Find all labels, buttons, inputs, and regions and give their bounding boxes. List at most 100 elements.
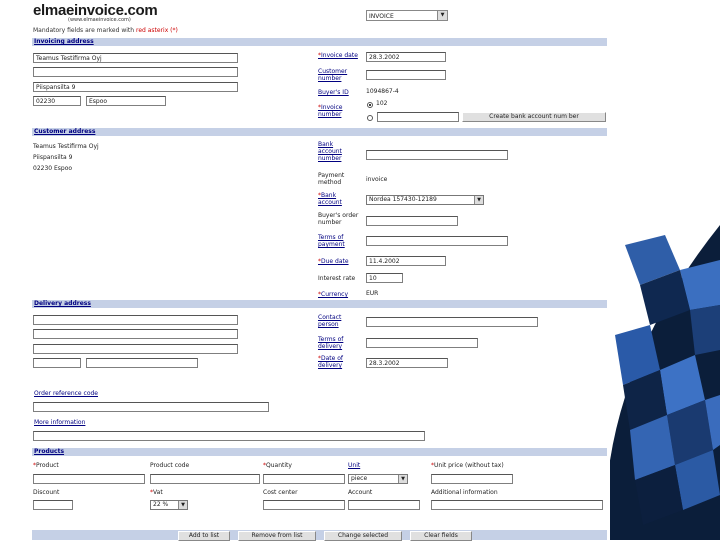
delivery-name-input[interactable] — [33, 315, 238, 325]
customer-address-line3: 02230 Espoo — [33, 165, 73, 172]
payment-method-label: Payment method — [318, 172, 345, 186]
section-title-products: Products — [34, 448, 65, 455]
delivery-name2-input[interactable] — [33, 329, 238, 339]
section-band-invoicing-address: Invoicing address — [32, 38, 607, 46]
quantity-input[interactable] — [263, 474, 345, 484]
currency-label-text: Currency — [321, 291, 349, 298]
cost-center-input[interactable] — [263, 500, 345, 510]
interest-rate-label: Interest rate — [318, 275, 356, 282]
account-input[interactable] — [348, 500, 420, 510]
payment-method-value: invoice — [366, 176, 388, 183]
buyers-id-label: Buyer's ID — [318, 89, 349, 96]
delivery-postal-input[interactable] — [33, 358, 81, 368]
unit-price-label: *Unit price (without tax) — [431, 462, 504, 469]
site-logo-subtitle: (www.elmaeinvoice.com) — [68, 17, 131, 23]
buyers-id-value: 1094867-4 — [366, 88, 399, 95]
delivery-street-input[interactable] — [33, 344, 238, 354]
chevron-down-icon: ▼ — [437, 11, 447, 20]
contact-person-label: Contact person — [318, 314, 342, 328]
interest-rate-input[interactable]: 10 — [366, 273, 403, 283]
chevron-down-icon: ▼ — [398, 475, 407, 483]
invoice-number-auto-value: 102 — [376, 100, 388, 107]
account-label: Account — [348, 489, 373, 496]
buyers-order-number-input[interactable] — [366, 216, 458, 226]
order-reference-code-label: Order reference code — [34, 390, 98, 397]
due-date-input[interactable]: 11.4.2002 — [366, 256, 446, 266]
terms-of-payment-label: Terms of payment — [318, 234, 345, 248]
quantity-label-text: Quantity — [266, 462, 292, 469]
more-information-input[interactable] — [33, 431, 425, 441]
action-bar — [32, 530, 607, 540]
invoice-number-label: *Invoice number — [318, 104, 343, 118]
unit-price-label-text: Unit price (without tax) — [434, 462, 504, 469]
section-band-delivery-address: Delivery address — [32, 300, 607, 308]
contact-person-input[interactable] — [366, 317, 538, 327]
create-bank-account-number-button[interactable]: Create bank account num ber — [462, 112, 606, 122]
delivery-city-input[interactable] — [86, 358, 198, 368]
vat-select[interactable]: 22 % ▼ — [150, 500, 188, 510]
terms-of-delivery-input[interactable] — [366, 338, 478, 348]
document-type-select[interactable]: INVOICE ▼ — [366, 10, 448, 21]
bank-account-select-label: *Bank account — [318, 192, 342, 206]
currency-value: EUR — [366, 290, 379, 297]
product-label-text: Product — [36, 462, 59, 469]
date-of-delivery-label-text: Date of delivery — [318, 355, 344, 369]
mandatory-note-red: red asterix (*) — [135, 27, 178, 34]
invoicing-street-input[interactable]: Piispansilta 9 — [33, 82, 238, 92]
currency-label: *Currency — [318, 291, 349, 298]
vat-select-value: 22 % — [153, 501, 169, 508]
terms-of-delivery-label: Terms of delivery — [318, 336, 344, 350]
invoice-date-label-text: Invoice date — [321, 52, 358, 59]
vat-label: *Vat — [150, 489, 163, 496]
product-code-label: Product code — [150, 462, 190, 469]
more-information-label: More information — [34, 419, 86, 426]
product-label: *Product — [33, 462, 59, 469]
bank-account-number-label: Bank account number — [318, 141, 342, 162]
unit-price-input[interactable] — [431, 474, 513, 484]
product-code-input[interactable] — [150, 474, 260, 484]
mandatory-note-text: Mandatory fields are marked with — [33, 27, 136, 34]
product-input[interactable] — [33, 474, 145, 484]
document-type-value: INVOICE — [369, 13, 394, 20]
unit-select-value: piece — [351, 475, 368, 482]
due-date-label-text: Due date — [321, 258, 349, 265]
background-globe-decoration — [605, 225, 720, 540]
invoice-number-radio-auto[interactable] — [367, 102, 373, 108]
invoice-number-label-text: Invoice number — [318, 104, 343, 118]
additional-information-label: Additional information — [431, 489, 498, 496]
order-reference-code-input[interactable] — [33, 402, 269, 412]
bank-account-select[interactable]: Nordea 157430-12189 ▼ — [366, 195, 484, 205]
bank-account-number-input[interactable] — [366, 150, 508, 160]
bank-account-select-label-text: Bank account — [318, 192, 342, 206]
customer-number-input[interactable] — [366, 70, 446, 80]
date-of-delivery-input[interactable]: 28.3.2002 — [366, 358, 448, 368]
due-date-label: *Due date — [318, 258, 349, 265]
buyers-order-number-label: Buyer's order number — [318, 212, 359, 226]
terms-of-payment-input[interactable] — [366, 236, 508, 246]
invoice-number-input[interactable] — [377, 112, 459, 122]
section-title-invoicing-address: Invoicing address — [34, 38, 94, 45]
bank-account-select-value: Nordea 157430-12189 — [369, 196, 437, 203]
discount-input[interactable] — [33, 500, 73, 510]
invoicing-city-input[interactable]: Espoo — [86, 96, 166, 106]
customer-number-label: Customer number — [318, 68, 348, 82]
section-title-customer-address: Customer address — [34, 128, 96, 135]
invoicing-postal-input[interactable]: 02230 — [33, 96, 81, 106]
invoice-form-page: elmaeinvoice.com (www.elmaeinvoice.com) … — [28, 0, 610, 541]
unit-select[interactable]: piece ▼ — [348, 474, 408, 484]
discount-label: Discount — [33, 489, 60, 496]
invoicing-name-input[interactable]: Teamus Testifirma Oyj — [33, 53, 238, 63]
invoice-date-input[interactable]: 28.3.2002 — [366, 52, 446, 62]
quantity-label: *Quantity — [263, 462, 292, 469]
invoicing-name2-input[interactable] — [33, 67, 238, 77]
invoice-number-radio-manual[interactable] — [367, 115, 373, 121]
customer-address-line1: Teamus Testifirma Oyj — [33, 143, 99, 150]
additional-information-input[interactable] — [431, 500, 603, 510]
section-title-delivery-address: Delivery address — [34, 300, 91, 307]
section-band-products: Products — [32, 448, 607, 456]
chevron-down-icon: ▼ — [474, 196, 483, 204]
customer-address-line2: Piispansilta 9 — [33, 154, 73, 161]
mandatory-note: Mandatory fields are marked with red ast… — [33, 27, 178, 34]
chevron-down-icon: ▼ — [178, 501, 187, 509]
date-of-delivery-label: *Date of delivery — [318, 355, 344, 369]
